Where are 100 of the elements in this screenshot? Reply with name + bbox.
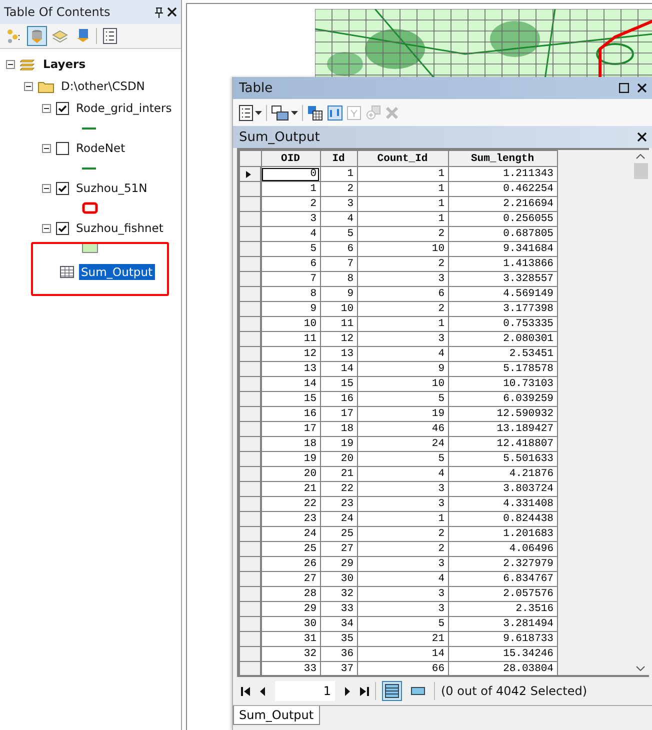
column-header[interactable]: OID [261,150,320,166]
data-frame-name[interactable]: Layers [41,56,88,72]
table-cell: 19 [320,436,357,452]
table-cell: 26 [261,556,320,572]
table-cell: 2 [357,256,448,272]
table-cell: 6 [261,256,320,272]
close-icon[interactable] [637,132,647,142]
record-field[interactable]: 1 [275,681,335,701]
table-cell: 7 [261,272,320,286]
table-cell: 9 [357,362,448,376]
table-select-icon[interactable] [307,104,323,120]
table-cell: 10 [357,242,448,256]
table-cell: 1.413866 [448,256,557,272]
checkbox[interactable] [56,182,69,194]
selection-status: (0 out of 4042 Selected) [441,684,588,698]
table-cell: 8 [261,286,320,302]
table-cell: 1 [357,316,448,332]
table-cell: 1 [357,182,448,196]
polygon-symbol-icon [82,243,98,253]
table-cell: 0.824438 [448,512,557,526]
table-cell: 1 [320,166,357,182]
table-cell: 33 [320,602,357,616]
last-record-icon[interactable] [359,686,369,696]
table-cell: 21 [261,482,320,496]
layer-name[interactable]: Suzhou_51N [74,180,150,196]
table-cell: 29 [261,602,320,616]
table-cell: 9.618733 [448,632,557,646]
table-cell: 20 [261,466,320,482]
table-cell: 8 [320,272,357,286]
layers-icon [20,57,36,71]
close-icon[interactable] [167,7,177,17]
table-cell: 5 [357,392,448,406]
table-cell: 4 [261,226,320,242]
caret-icon[interactable] [255,110,262,114]
selected-view-icon[interactable] [411,687,425,695]
collapse-icon[interactable] [42,104,51,112]
caret-icon[interactable] [291,110,298,114]
table-cell: 10 [357,376,448,392]
options-icon[interactable] [239,104,253,120]
collapse-icon[interactable] [42,144,51,152]
line-symbol-icon [82,166,96,170]
first-record-icon[interactable] [241,686,251,696]
table-name[interactable]: Sum_Output [79,264,154,280]
table-cell: 1 [261,182,320,196]
checkbox[interactable] [56,102,69,114]
table-cell: 14 [320,362,357,376]
table-cell: 3.328557 [448,272,557,286]
checkbox[interactable] [56,142,69,154]
table-cell: 25 [320,526,357,542]
layer-name[interactable]: Rode_grid_inters [74,100,174,116]
table-cell: 17 [320,406,357,422]
scroll-up-icon[interactable] [636,154,645,159]
column-header[interactable]: Count_Id [357,150,448,166]
column-header[interactable]: Id [320,150,357,166]
column-header[interactable]: Sum_length [448,150,557,166]
table-cell: 21 [320,466,357,482]
toolbar-button[interactable] [100,26,120,46]
table-cell: 13.189427 [448,422,557,436]
table-cell: 1 [357,196,448,212]
panel-title: Table Of Contents [4,5,112,19]
table-cell: 15 [320,376,357,392]
table-cell: 5.501633 [448,452,557,466]
table-cell: 18 [261,436,320,452]
table-cell: 15 [261,392,320,406]
collapse-icon[interactable] [24,82,33,90]
maximize-icon[interactable] [619,83,629,93]
table-cell: 32 [320,586,357,602]
layer-name[interactable]: RodeNet [74,140,128,156]
checkbox[interactable] [56,222,69,234]
table-cell: 5 [320,226,357,242]
table-cell: 3 [320,196,357,212]
table-cell: 1 [357,212,448,226]
table-cell: 23 [261,512,320,526]
window-title: Table [239,80,274,96]
table-cell: 4.06496 [448,542,557,556]
table-tab[interactable]: Sum_Output [233,706,320,725]
scroll-down-icon[interactable] [636,666,645,671]
table-cell: 21 [357,632,448,646]
table-cell: 31 [261,632,320,646]
table-cell: 2.53451 [448,346,557,362]
close-icon[interactable] [637,83,647,93]
table-cell: 30 [261,616,320,632]
row-header[interactable] [240,166,261,182]
current-row-icon [246,170,251,178]
table-cell: 3 [357,272,448,286]
collapse-icon[interactable] [42,184,51,192]
scrollbar-thumb[interactable] [634,163,648,179]
related-tables-icon[interactable] [271,104,289,120]
pin-icon[interactable] [155,6,163,18]
folder-name[interactable]: D:\other\CSDN [59,78,147,94]
table-cell: 1 [357,166,448,182]
switch-selection-icon[interactable] [327,104,343,120]
layer-name[interactable]: Suzhou_fishnet [74,220,166,236]
layers-list-icon [6,28,22,44]
folder-icon [38,80,54,92]
table-cell: 0.753335 [448,316,557,332]
collapse-icon[interactable] [42,224,51,232]
table-cell: 5 [261,242,320,256]
collapse-icon[interactable] [6,60,15,68]
table-cell: 12.418807 [448,436,557,452]
